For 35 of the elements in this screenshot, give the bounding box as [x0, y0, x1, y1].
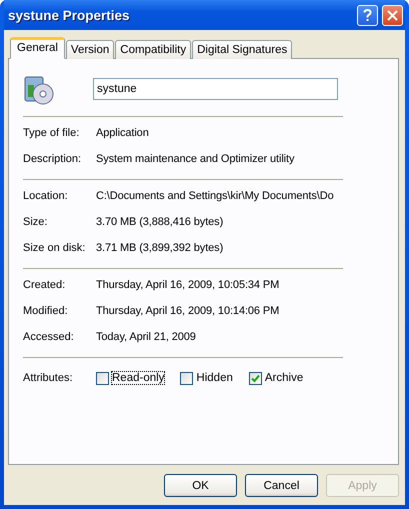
name-field[interactable]: systune: [93, 78, 338, 100]
checkbox[interactable]: [180, 372, 194, 384]
field-label: Created:: [23, 279, 66, 291]
field-label: Accessed:: [23, 331, 75, 343]
checkbox-label[interactable]: Archive: [264, 372, 304, 384]
field-value: Thursday, April 16, 2009, 10:05:34 PM: [96, 279, 280, 291]
close-icon: [387, 10, 398, 20]
close-button[interactable]: [382, 4, 403, 26]
tab[interactable]: Compatibility: [115, 40, 192, 59]
help-icon: [363, 8, 372, 22]
field-value: Application: [96, 127, 149, 139]
dialog-button[interactable]: Cancel: [245, 474, 318, 497]
field-label: Type of file:: [23, 127, 80, 139]
field-value: System maintenance and Optimizer utility: [96, 153, 294, 165]
checkbox[interactable]: [96, 372, 109, 384]
checkbox-label[interactable]: Hidden: [196, 372, 233, 384]
field-label: Location:: [23, 190, 69, 202]
checkbox-label[interactable]: Read-only: [112, 372, 164, 384]
field-label: Description:: [23, 153, 82, 165]
field-label: Size on disk:: [23, 242, 86, 254]
help-button[interactable]: [357, 4, 378, 26]
field-value: Thursday, April 16, 2009, 10:14:06 PM: [96, 305, 280, 317]
tab[interactable]: General: [10, 37, 65, 59]
window-title: systune Properties: [8, 8, 131, 22]
field-value: C:\Documents and Settings\kir\My Documents\Do: [96, 190, 334, 202]
field-label: Modified:: [23, 305, 69, 317]
field-value: 3.70 MB (3,888,416 bytes): [96, 216, 224, 228]
field-value: 3.71 MB (3,899,392 bytes): [96, 242, 224, 254]
field-label: Size:: [23, 216, 48, 228]
tab[interactable]: Version: [66, 40, 114, 59]
attributes-label: Attributes:: [23, 372, 74, 384]
tab[interactable]: Digital Signatures: [192, 40, 292, 59]
field-value: Today, April 21, 2009: [96, 331, 196, 343]
checkbox[interactable]: [248, 372, 262, 384]
dialog-button[interactable]: OK: [164, 474, 237, 497]
